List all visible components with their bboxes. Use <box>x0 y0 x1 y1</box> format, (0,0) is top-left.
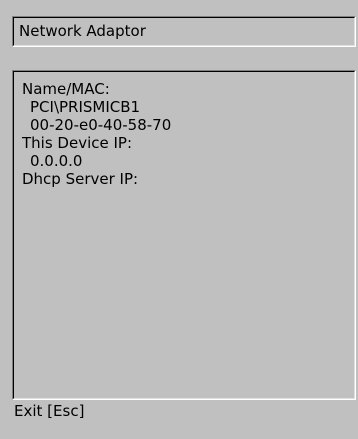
dhcp-server-value <box>22 188 354 206</box>
name-mac-label: Name/MAC: <box>22 80 110 98</box>
exit-button[interactable]: Exit [Esc] <box>14 402 84 420</box>
adapter-info-panel: Name/MAC: PCI\PRISMICB1 00-20-e0-40-58-7… <box>12 70 356 400</box>
adapter-name-value: PCI\PRISMICB1 <box>30 98 141 116</box>
dhcp-server-label: Dhcp Server IP: <box>22 170 139 188</box>
title-field: Network Adaptor <box>12 16 356 47</box>
device-ip-label: This Device IP: <box>22 134 133 152</box>
device-ip-value: 0.0.0.0 <box>30 152 83 170</box>
mac-address-value: 00-20-e0-40-58-70 <box>30 116 172 134</box>
page-title: Network Adaptor <box>19 22 146 40</box>
